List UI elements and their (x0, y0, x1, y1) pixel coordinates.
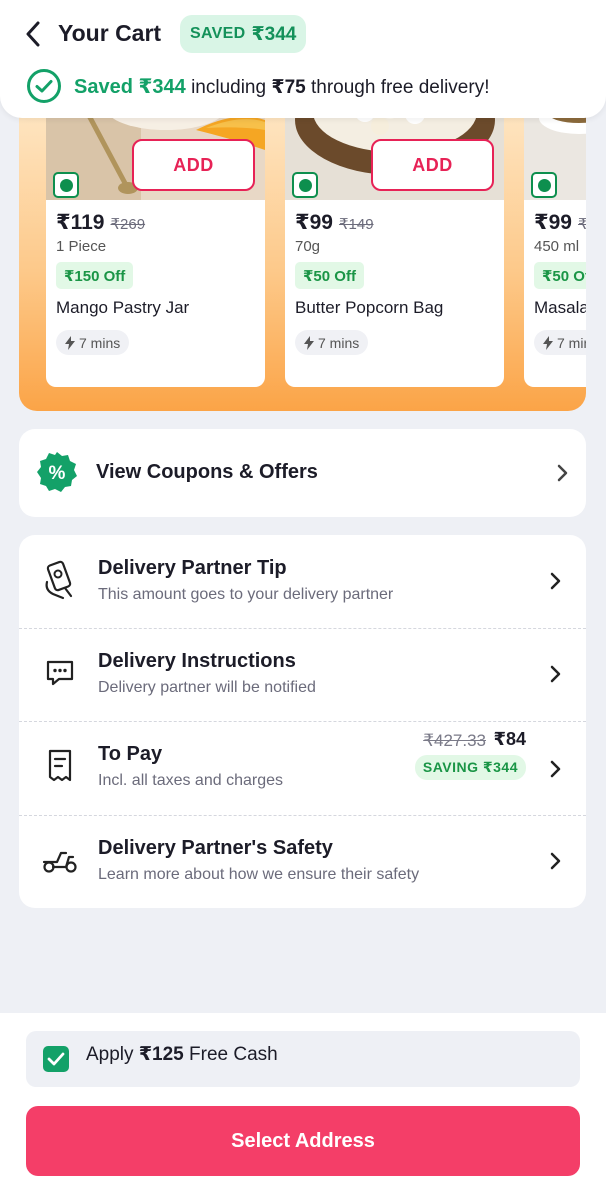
row-title: To Pay (98, 743, 163, 765)
discount-badge: ₹50 Off (534, 262, 586, 289)
free-cash-amount: ₹125 (138, 1044, 184, 1065)
product-price: ₹119 (56, 211, 105, 234)
add-to-cart-button[interactable]: ADD (371, 139, 494, 191)
view-coupons-button[interactable]: % View Coupons & Offers (19, 429, 586, 517)
product-card[interactable]: ADD ₹99 ₹149 70g ₹50 Off Butter Popcorn … (285, 100, 504, 387)
product-name: Masala Chaas (534, 298, 586, 317)
delivery-eta: 7 mins (534, 330, 586, 355)
free-cash-checkbox[interactable] (43, 1046, 69, 1072)
delivery-eta-text: 7 mins (318, 334, 360, 351)
veg-indicator-icon (531, 172, 557, 198)
savings-summary: Saved ₹344 including ₹75 through free de… (26, 68, 489, 104)
delivery-eta: 7 mins (56, 330, 130, 355)
page-title: Your Cart (58, 20, 162, 46)
chevron-right-icon (550, 852, 561, 870)
tip-hand-icon (43, 560, 77, 600)
check-circle-icon (27, 69, 61, 103)
free-cash-toggle[interactable]: Apply ₹125 Free Cash (26, 1031, 580, 1087)
row-subtitle: Delivery partner will be notified (98, 679, 316, 696)
row-subtitle: This amount goes to your delivery partne… (98, 586, 394, 603)
back-button[interactable] (20, 20, 46, 48)
discount-badge: ₹50 Off (295, 262, 364, 289)
product-quantity: 450 ml (534, 238, 580, 255)
cart-header: Your Cart SAVED ₹344 Saved ₹344 includin… (0, 0, 606, 118)
discount-badge-icon: % (37, 452, 77, 492)
product-mrp: ₹269 (110, 216, 146, 233)
back-arrow-icon (26, 21, 40, 47)
lightning-icon (543, 335, 553, 350)
row-subtitle: Incl. all taxes and charges (98, 772, 283, 789)
savings-suffix: through free delivery! (310, 76, 490, 98)
savings-including: including (191, 76, 267, 98)
payable-amount: ₹84 (493, 729, 526, 749)
scooter-icon (41, 840, 79, 880)
free-cash-suffix: Free Cash (189, 1044, 278, 1065)
free-cash-prefix: Apply (86, 1044, 134, 1065)
cart-options-card: Delivery Partner Tip This amount goes to… (19, 535, 586, 908)
product-name: Butter Popcorn Bag (295, 298, 444, 317)
add-to-cart-button[interactable]: ADD (132, 139, 255, 191)
saving-badge: SAVING ₹344 (414, 755, 526, 780)
delivery-eta-text: 7 mins (557, 334, 586, 351)
original-total: ₹427.33 (423, 731, 486, 750)
delivery-eta: 7 mins (295, 330, 369, 355)
checkmark-icon (47, 1052, 65, 1066)
chevron-right-icon (550, 572, 561, 590)
product-quantity: 1 Piece (56, 238, 107, 255)
svg-text:%: % (49, 463, 66, 484)
delivery-instructions-row[interactable]: Delivery Instructions Delivery partner w… (19, 628, 586, 721)
product-mrp: ₹149 (577, 216, 586, 233)
recommended-products-carousel[interactable]: ADD ₹119 ₹269 1 Piece ₹150 Off Mango Pas… (19, 100, 586, 411)
to-pay-row[interactable]: To Pay Incl. all taxes and charges ₹427.… (19, 721, 586, 815)
product-name: Mango Pastry Jar (56, 298, 190, 317)
savings-amount: Saved ₹344 (74, 75, 186, 98)
delivery-tip-row[interactable]: Delivery Partner Tip This amount goes to… (19, 535, 586, 628)
lightning-icon (65, 335, 75, 350)
product-price: ₹99 (295, 211, 333, 234)
chevron-right-icon (550, 760, 561, 778)
free-cash-label: Apply ₹125 Free Cash (86, 1043, 278, 1066)
saved-badge-amount: ₹344 (251, 23, 297, 45)
row-title: Delivery Partner's Safety (98, 837, 333, 859)
product-card[interactable]: ₹99 ₹149 450 ml ₹50 Off Masala Chaas 7 m… (524, 100, 586, 387)
select-address-button[interactable]: Select Address (26, 1106, 580, 1176)
chat-bubble-icon (43, 653, 77, 693)
saved-badge: SAVED ₹344 (180, 15, 307, 53)
coupons-label: View Coupons & Offers (96, 461, 318, 483)
product-mrp: ₹149 (338, 216, 374, 233)
discount-badge: ₹150 Off (56, 262, 134, 289)
lightning-icon (304, 335, 314, 350)
row-title: Delivery Instructions (98, 650, 296, 672)
receipt-icon (43, 746, 77, 786)
delivery-safety-row[interactable]: Delivery Partner's Safety Learn more abo… (19, 815, 586, 908)
product-card[interactable]: ADD ₹119 ₹269 1 Piece ₹150 Off Mango Pas… (46, 100, 265, 387)
delivery-eta-text: 7 mins (79, 334, 121, 351)
checkout-panel: Apply ₹125 Free Cash Select Address (0, 1013, 606, 1200)
chevron-right-icon (557, 464, 568, 482)
delivery-savings-amount: ₹75 (271, 76, 306, 98)
veg-indicator-icon (53, 172, 79, 198)
chevron-right-icon (550, 665, 561, 683)
product-price: ₹99 (534, 211, 572, 234)
veg-indicator-icon (292, 172, 318, 198)
row-subtitle: Learn more about how we ensure their saf… (98, 866, 420, 883)
saved-badge-label: SAVED (190, 25, 246, 42)
product-quantity: 70g (295, 238, 321, 255)
row-title: Delivery Partner Tip (98, 557, 287, 579)
